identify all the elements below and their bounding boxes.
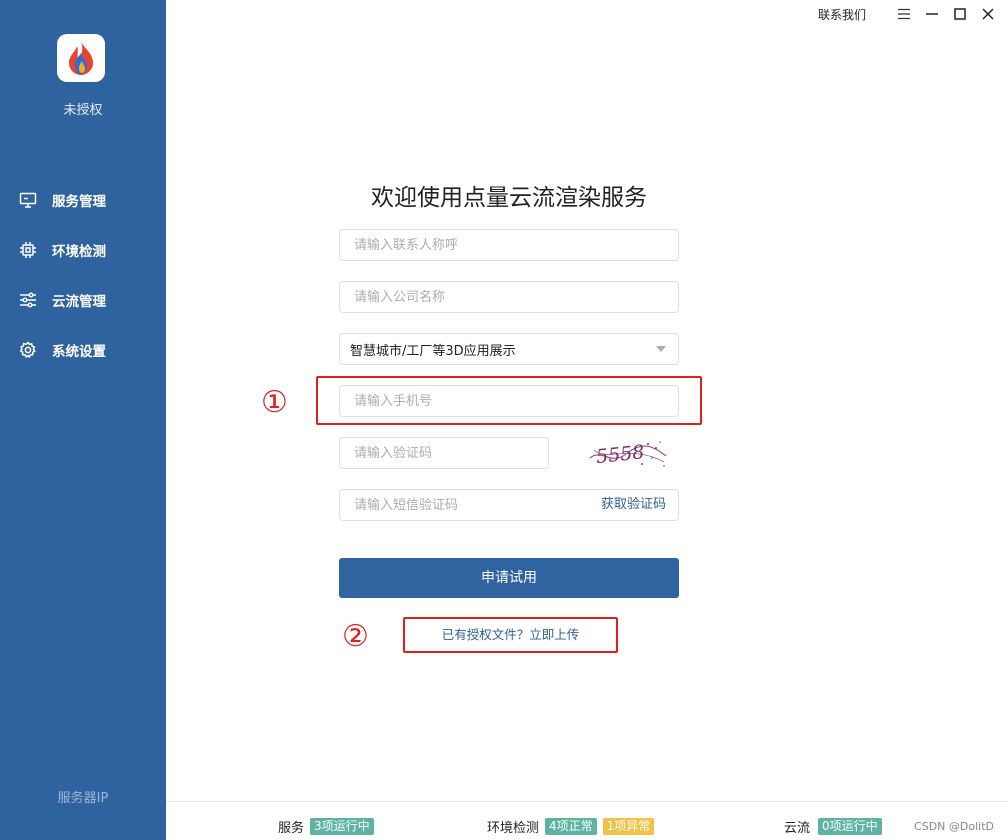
server-ip-button[interactable]: 服务器IP: [0, 787, 166, 806]
sidebar: 未授权 服务管理 环境检测 云流管理 系统设置 服务器IP: [0, 0, 166, 840]
license-status: 未授权: [63, 103, 103, 118]
contact-name-field: [339, 229, 679, 261]
gear-icon: [19, 341, 37, 359]
sidebar-nav: 服务管理 环境检测 云流管理 系统设置: [0, 175, 166, 375]
sidebar-item-system-settings[interactable]: 系统设置: [0, 325, 166, 375]
sms-code-field: 获取验证码: [339, 489, 679, 521]
status-bar: 服务 3项运行中 环境检测 4项正常 1项异常 云流 0项运行中 CSDN @D…: [166, 801, 1008, 840]
annotation-number-1: ①: [261, 385, 288, 420]
environment-status-label: 环境检测: [487, 821, 540, 836]
app-logo: [57, 34, 105, 82]
stream-status: 云流 0项运行中: [784, 817, 882, 836]
contact-us-link[interactable]: 联系我们: [818, 6, 866, 23]
environment-status: 环境检测 4项正常 1项异常: [487, 817, 655, 836]
annotation-box-2: [403, 617, 618, 653]
sidebar-item-label: 云流管理: [52, 294, 106, 310]
captcha-input[interactable]: [340, 438, 548, 468]
annotation-box-1: [316, 376, 702, 425]
service-running-badge: 3项运行中: [310, 818, 374, 835]
service-status-label: 服务: [278, 821, 305, 836]
sidebar-item-label: 服务管理: [52, 194, 106, 210]
stream-running-badge: 0项运行中: [818, 818, 882, 835]
maximize-icon[interactable]: [946, 0, 974, 28]
minimize-icon[interactable]: [918, 0, 946, 28]
page-title: 欢迎使用点量云流渲染服务: [371, 185, 647, 211]
sidebar-item-label: 系统设置: [52, 344, 106, 360]
usage-select-value: 智慧城市/工厂等3D应用展示: [350, 343, 516, 359]
captcha-field: [339, 437, 549, 469]
annotation-number-2: ②: [342, 619, 369, 654]
menu-icon[interactable]: [890, 0, 918, 28]
sidebar-item-environment-check[interactable]: 环境检测: [0, 225, 166, 275]
stream-status-label: 云流: [784, 821, 811, 836]
sliders-icon: [19, 291, 37, 309]
chevron-down-icon: [656, 346, 666, 352]
environment-ok-badge: 4项正常: [545, 818, 597, 835]
chip-icon: [19, 241, 37, 259]
get-code-button[interactable]: 获取验证码: [601, 490, 666, 520]
environment-error-badge: 1项异常: [602, 818, 655, 835]
company-name-input[interactable]: [340, 282, 678, 312]
sidebar-item-stream-management[interactable]: 云流管理: [0, 275, 166, 325]
watermark: CSDN @DolitD: [914, 820, 994, 833]
sidebar-item-label: 环境检测: [52, 244, 106, 260]
company-name-field: [339, 281, 679, 313]
contact-name-input[interactable]: [340, 230, 678, 260]
monitor-icon: [19, 191, 37, 209]
title-bar: 联系我们: [818, 0, 1008, 28]
sidebar-item-service-management[interactable]: 服务管理: [0, 175, 166, 225]
captcha-text: 5558: [595, 441, 645, 468]
service-status: 服务 3项运行中: [278, 817, 374, 836]
apply-trial-button[interactable]: 申请试用: [339, 558, 679, 598]
usage-select[interactable]: 智慧城市/工厂等3D应用展示: [339, 333, 679, 365]
close-icon[interactable]: [974, 0, 1002, 28]
app-window: 未授权 服务管理 环境检测 云流管理 系统设置 服务器IP 联系我们 欢迎使用点…: [0, 0, 1008, 840]
captcha-image[interactable]: 5558: [586, 436, 670, 470]
